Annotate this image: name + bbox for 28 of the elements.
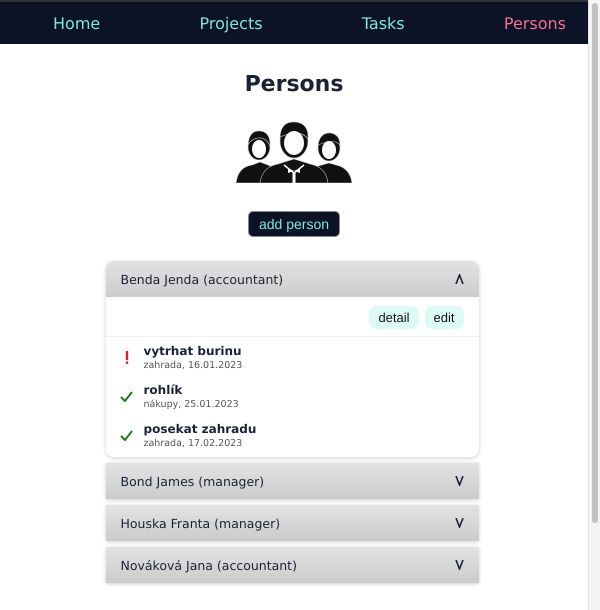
accordion-header[interactable]: Benda Jenda (accountant) [106,261,478,297]
task-details: zahrada, 16.01.2023 [144,360,242,371]
accordion-header[interactable]: Nováková Jana (accountant) [106,547,478,583]
nav-link[interactable]: Persons [504,14,566,32]
accordion-header[interactable]: Houska Franta (manager) [106,505,478,541]
chevron-down-icon [454,476,464,486]
page-title: Persons [244,72,344,97]
chevron-down-icon [454,560,464,570]
detail-button[interactable]: detail [369,306,419,329]
people-group-icon [234,121,354,183]
person-name: Nováková Jana (accountant) [120,558,297,572]
add-person-button[interactable]: add person [248,211,340,237]
edit-button[interactable]: edit [424,306,464,329]
person-name: Houska Franta (manager) [120,516,280,530]
person-name: Bond James (manager) [120,474,264,488]
person-name: Benda Jenda (accountant) [120,272,284,286]
nav-link[interactable]: Projects [199,14,263,32]
task-details: nákupy, 25.01.2023 [144,399,239,410]
task-details: zahrada, 17.02.2023 [144,438,244,449]
chevron-up-icon [454,274,464,284]
task-title: rohlík [144,383,184,397]
nav-link[interactable]: Tasks [362,14,405,32]
chevron-down-icon [454,518,464,528]
scrollbar-thumb[interactable] [592,3,598,523]
nav-link[interactable]: Home [53,14,100,32]
task-title: posekat zahradu [144,422,256,436]
task-title: vytrhat burinu [144,344,242,358]
accordion-header[interactable]: Bond James (manager) [106,463,478,499]
